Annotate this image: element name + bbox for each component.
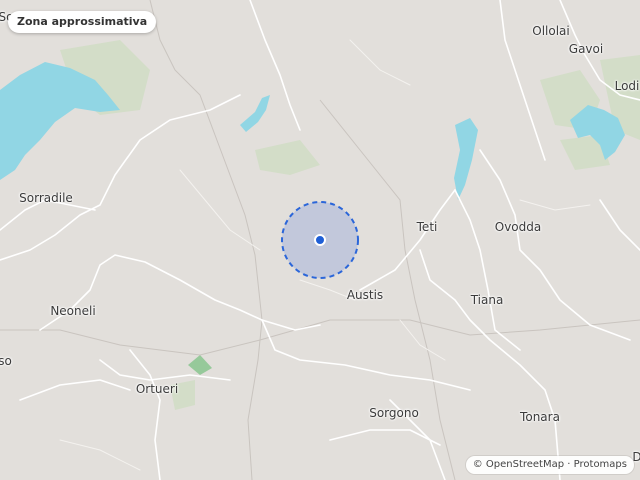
place-label-tonara: Tonara xyxy=(520,410,560,424)
attribution-separator: · xyxy=(567,459,571,470)
place-label-teti: Teti xyxy=(416,220,438,234)
place-label-edge-left: so xyxy=(0,354,12,368)
map-view[interactable]: Sorradile Neoneli Ortueri Sorgono Austis… xyxy=(0,0,640,480)
place-label-gavoi: Gavoi xyxy=(568,42,604,56)
approximate-zone-badge: Zona approssimativa xyxy=(8,11,157,33)
map-tiles xyxy=(0,0,640,480)
place-label-ollolai: Ollolai xyxy=(532,24,570,38)
location-marker[interactable] xyxy=(314,234,326,246)
place-label-ovodda: Ovodda xyxy=(494,220,542,234)
place-label-sorradile: Sorradile xyxy=(19,191,73,205)
attribution-provider-link[interactable]: Protomaps xyxy=(574,456,627,474)
place-label-sorgono: Sorgono xyxy=(369,406,419,420)
place-label-neoneli: Neoneli xyxy=(50,304,96,318)
place-label-tiana: Tiana xyxy=(470,293,504,307)
map-attribution: © OpenStreetMap · Protomaps xyxy=(465,456,634,474)
place-label-austis: Austis xyxy=(346,288,384,302)
place-label-lodine: Lodi xyxy=(614,79,640,93)
attribution-osm-link[interactable]: © OpenStreetMap xyxy=(473,456,564,474)
place-label-ortueri: Ortueri xyxy=(135,382,179,396)
